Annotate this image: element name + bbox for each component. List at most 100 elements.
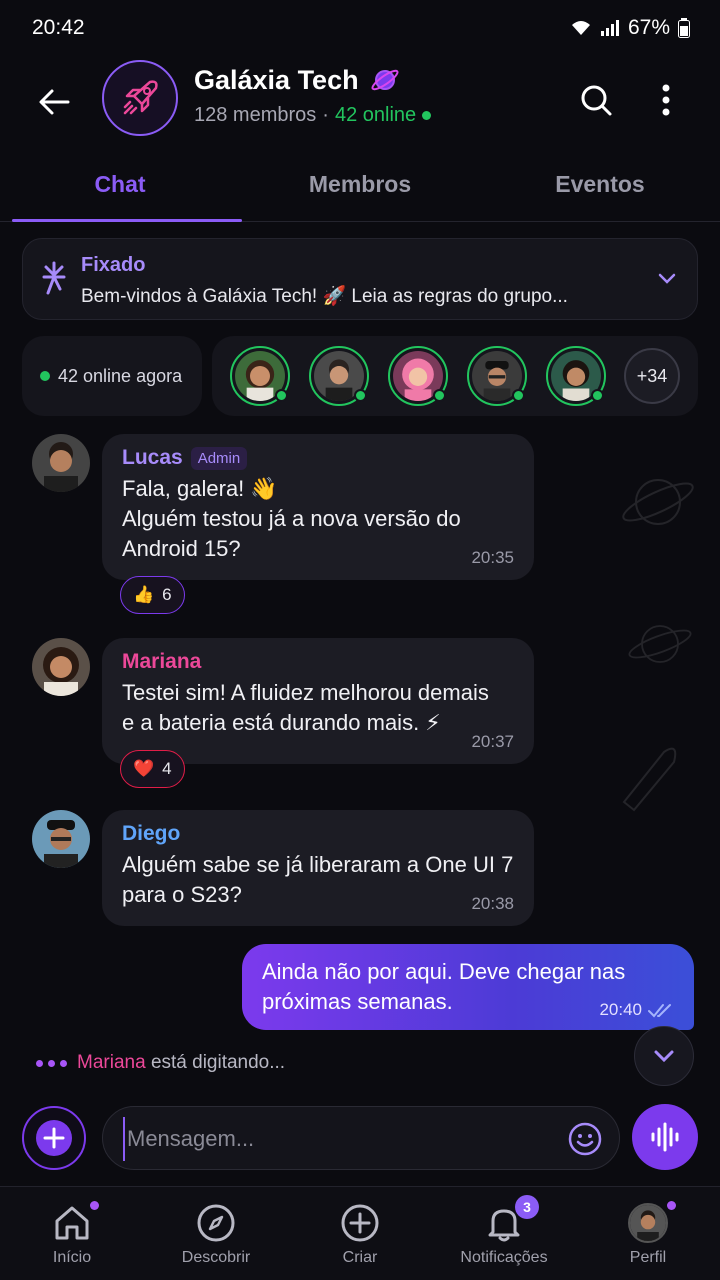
chevron-down-icon[interactable] (655, 267, 679, 291)
message-sender: Mariana (122, 650, 514, 674)
online-member-avatar[interactable] (546, 346, 606, 406)
reaction-count: 4 (162, 759, 172, 778)
online-indicator (354, 389, 367, 402)
plus-circle-icon (36, 1120, 72, 1156)
planet-decoration (622, 479, 694, 525)
message-text: Alguém sabe se já liberaram a One UI 7 (122, 852, 514, 877)
online-now-pill[interactable]: 42 online agora (22, 336, 202, 416)
message-bubble[interactable]: Diego Alguém sabe se já liberaram a One … (102, 810, 534, 926)
reaction-chip[interactable]: ❤️ 4 (120, 750, 185, 788)
online-member-avatar[interactable] (388, 346, 448, 406)
message-text: para o S23? (122, 882, 242, 907)
search-button[interactable] (572, 76, 620, 124)
pin-icon (42, 261, 66, 295)
status-bar: 20:42 67% (0, 0, 720, 56)
tab-membros[interactable]: Membros (240, 150, 480, 221)
online-member-avatar[interactable] (309, 346, 369, 406)
pinned-message[interactable]: Fixado Bem-vindos à Galáxia Tech! 🚀 Leia… (22, 238, 698, 320)
mariana-avatar-image (32, 638, 90, 696)
waveform-icon (651, 1122, 679, 1152)
pinned-title: Fixado (81, 254, 146, 276)
member-count: 128 membros (194, 104, 317, 126)
message-bubble[interactable]: Mariana Testei sim! A fluidez melhorou d… (102, 638, 534, 764)
home-icon (55, 1206, 89, 1240)
avatar[interactable] (32, 810, 90, 868)
online-avatars: +34 (212, 336, 698, 416)
sender-name: Diego (122, 822, 181, 845)
tab-chat[interactable]: Chat (0, 150, 242, 222)
group-title[interactable]: Galáxia Tech (194, 64, 401, 96)
message-text: Alguém testou já a nova versão do (122, 506, 461, 531)
signal-icon (600, 20, 619, 36)
message-text: Android 15? (122, 536, 241, 561)
nav-descobrir[interactable]: Descobrir (144, 1187, 288, 1280)
rocket-icon (123, 80, 158, 115)
battery-percent: 67% (627, 16, 670, 39)
sender-name: Mariana (122, 650, 202, 673)
typing-text: está digitando... (150, 1052, 286, 1073)
wifi-icon (571, 21, 590, 35)
double-check-icon (648, 1004, 671, 1018)
tab-bar: Chat Membros Eventos (0, 150, 720, 222)
more-options-button[interactable] (642, 76, 690, 124)
message-sender: Lucas Admin (122, 446, 514, 470)
message-bubble[interactable]: Lucas Admin Fala, galera! 👋 Alguém testo… (102, 434, 534, 580)
online-member-avatar[interactable] (230, 346, 290, 406)
message-time: 20:38 (471, 894, 514, 913)
admin-badge: Admin (190, 446, 248, 470)
reaction-chip[interactable]: 👍 6 (120, 576, 185, 614)
diego-avatar-image (32, 810, 90, 868)
message-text: Testei sim! A fluidez melhorou demais (122, 680, 489, 705)
profile-avatar (628, 1203, 668, 1243)
plus-circle-icon (341, 1204, 379, 1242)
arrow-left-icon (39, 89, 70, 115)
back-button[interactable] (30, 78, 78, 126)
compass-icon (197, 1204, 235, 1242)
nav-label: Notificações (460, 1249, 548, 1266)
avatar[interactable] (32, 638, 90, 696)
message-input[interactable] (123, 1117, 543, 1161)
reaction-emoji: ❤️ (133, 759, 155, 778)
nav-label: Início (52, 1249, 92, 1266)
message-text: Ainda não por aqui. Deve chegar nas (262, 959, 626, 984)
nav-criar[interactable]: Criar (288, 1187, 432, 1280)
reaction-count: 6 (162, 585, 172, 604)
online-dot (422, 111, 432, 120)
online-indicator (433, 389, 446, 402)
profile-avatar-image (630, 1205, 666, 1241)
nav-perfil[interactable]: Perfil (576, 1187, 720, 1280)
pinned-text: Bem-vindos à Galáxia Tech! 🚀 Leia as reg… (81, 286, 568, 307)
group-name: Galáxia Tech (194, 64, 359, 95)
voice-message-button[interactable] (632, 1104, 698, 1170)
online-member-avatar[interactable] (467, 346, 527, 406)
nav-label: Descobrir (181, 1249, 251, 1266)
nav-notificacoes[interactable]: 3 Notificações (432, 1187, 576, 1280)
message-input-container (102, 1106, 620, 1170)
message-text: e a bateria está durando mais. ⚡ (122, 710, 441, 735)
more-members-button[interactable]: +34 (624, 348, 680, 404)
chat-header: Galáxia Tech 128 membros · 42 online (0, 56, 720, 146)
subtitle-separator: · (322, 104, 329, 126)
avatar[interactable] (32, 434, 90, 492)
bottom-navigation: Início Descobrir Criar 3 Notificações Pe… (0, 1186, 720, 1280)
more-vertical-icon (662, 84, 670, 116)
online-indicator (512, 389, 525, 402)
tab-eventos[interactable]: Eventos (480, 150, 720, 221)
attach-button[interactable] (22, 1106, 86, 1170)
message-time: 20:35 (471, 548, 514, 567)
nav-inicio[interactable]: Início (0, 1187, 144, 1280)
online-dot (40, 371, 50, 381)
notification-badge: 3 (515, 1195, 539, 1219)
outgoing-message-bubble[interactable]: Ainda não por aqui. Deve chegar nas próx… (242, 944, 694, 1030)
emoji-icon[interactable] (567, 1121, 603, 1157)
message-meta: 20:40 (599, 1000, 674, 1020)
message-time: 20:37 (471, 732, 514, 751)
online-count: 42 online (334, 104, 417, 126)
battery-icon (678, 18, 690, 38)
group-avatar[interactable] (102, 60, 178, 136)
scroll-to-bottom-button[interactable] (634, 1026, 694, 1086)
sender-name: Lucas (122, 446, 183, 469)
rocket-decoration (622, 747, 677, 812)
online-now-label: 42 online agora (58, 365, 183, 386)
typing-user: Mariana (77, 1052, 146, 1073)
